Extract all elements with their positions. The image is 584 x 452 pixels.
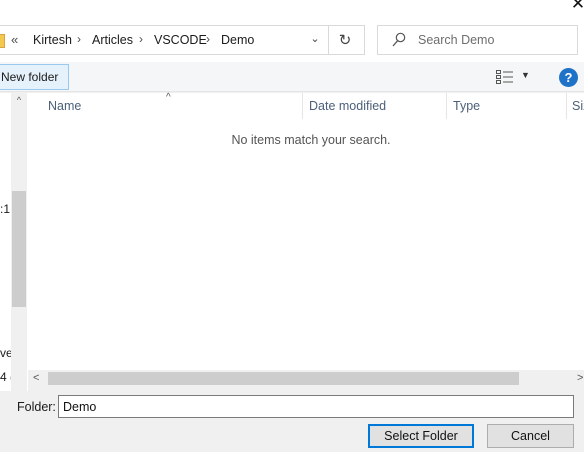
breadcrumb-kirtesh[interactable]: Kirtesh <box>33 33 72 47</box>
breadcrumb-separator-icon[interactable]: › <box>77 32 81 46</box>
scroll-left-icon[interactable]: < <box>33 370 39 386</box>
horizontal-scroll-thumb[interactable] <box>48 372 519 385</box>
column-divider[interactable] <box>302 93 303 119</box>
address-area: ✕ « Kirtesh › Articles › VSCODE › Demo ⌄… <box>0 0 584 62</box>
column-header-name[interactable]: Name <box>48 99 81 121</box>
search-icon <box>392 32 406 47</box>
view-dropdown-icon[interactable]: ▼ <box>521 70 530 80</box>
folder-icon <box>0 34 5 48</box>
cancel-button[interactable]: Cancel <box>487 424 574 448</box>
new-folder-button[interactable]: New folder <box>0 64 69 90</box>
command-toolbar: New folder ▼ ? <box>0 62 584 92</box>
sort-ascending-icon: ^ <box>166 92 171 103</box>
address-dropdown-icon[interactable]: ⌄ <box>305 32 325 50</box>
file-list: Name Date modified Type Size No items ma… <box>28 93 584 370</box>
column-header-date-modified[interactable]: Date modified <box>309 99 386 121</box>
navigation-pane: :1 ve 4 ( ^ <box>0 93 28 391</box>
view-options-icon[interactable] <box>496 70 514 84</box>
breadcrumb-separator-icon[interactable]: › <box>206 32 210 46</box>
column-divider[interactable] <box>566 93 567 119</box>
back-chevron-icon[interactable]: « <box>11 32 18 47</box>
breadcrumb-vscode[interactable]: VSCODE <box>154 33 207 47</box>
column-divider[interactable] <box>446 93 447 119</box>
folder-name-input[interactable] <box>58 395 574 418</box>
address-bar[interactable]: « Kirtesh › Articles › VSCODE › Demo ⌄ ↻ <box>0 25 365 55</box>
empty-message: No items match your search. <box>231 133 391 147</box>
search-box[interactable]: Search Demo <box>377 25 578 55</box>
nav-item-fragment[interactable]: :1 <box>0 202 10 216</box>
nav-scroll-up-icon[interactable]: ^ <box>11 95 27 111</box>
column-header-size[interactable]: Size <box>572 99 584 121</box>
nav-scroll-thumb[interactable] <box>12 191 26 307</box>
refresh-icon[interactable]: ↻ <box>333 31 357 51</box>
breadcrumb-demo[interactable]: Demo <box>221 33 254 47</box>
select-folder-button[interactable]: Select Folder <box>368 424 474 448</box>
help-button[interactable]: ? <box>559 68 578 87</box>
scroll-right-icon[interactable]: > <box>577 370 583 386</box>
folder-label: Folder: <box>17 400 56 414</box>
search-placeholder: Search Demo <box>418 33 495 47</box>
column-header-type[interactable]: Type <box>453 99 480 121</box>
horizontal-scrollbar[interactable]: < > <box>28 370 584 386</box>
close-button[interactable]: ✕ <box>568 0 584 14</box>
breadcrumb-articles[interactable]: Articles <box>92 33 133 47</box>
address-divider <box>328 26 329 54</box>
breadcrumb-separator-icon[interactable]: › <box>139 32 143 46</box>
